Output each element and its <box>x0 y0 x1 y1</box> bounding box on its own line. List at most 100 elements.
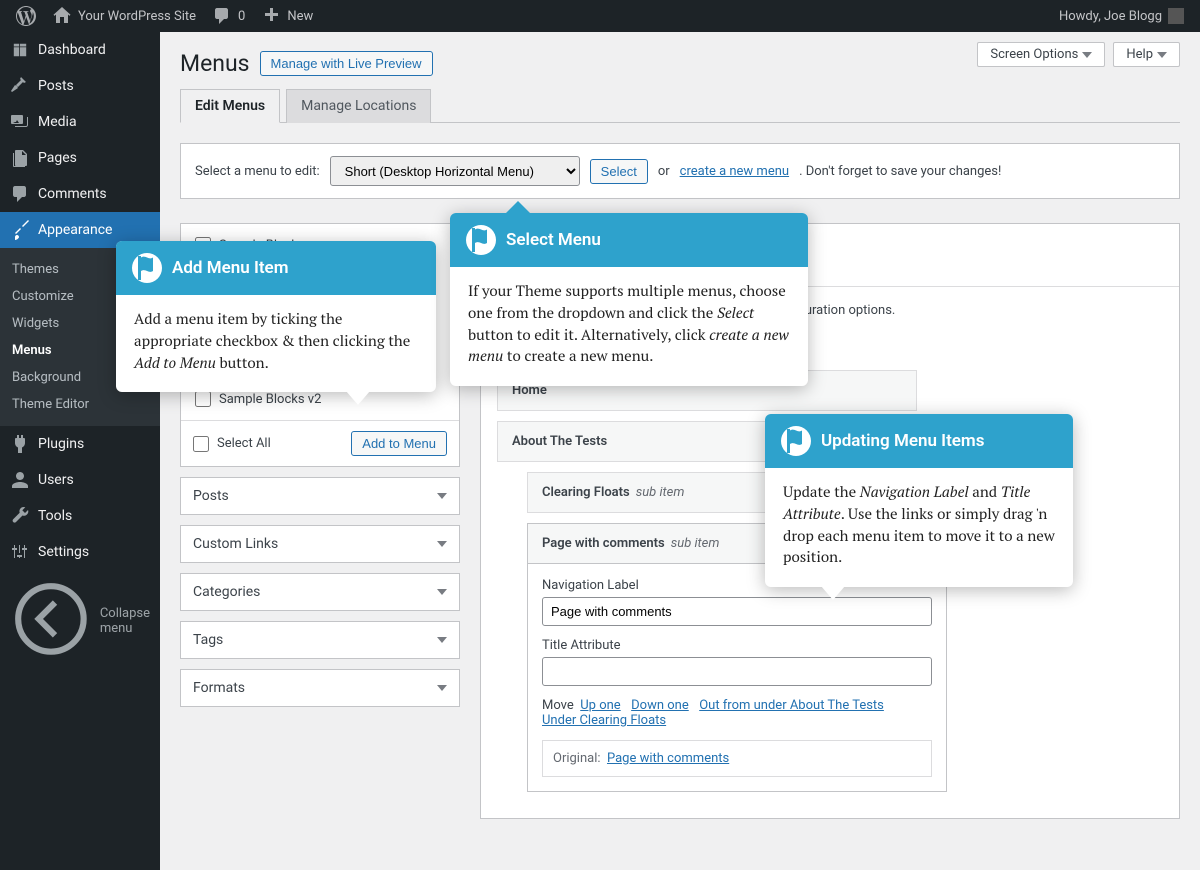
site-link[interactable]: Your WordPress Site <box>44 0 204 32</box>
lbl: Sample Blocks v2 <box>219 392 321 407</box>
formats-meta-box[interactable]: Formats <box>181 670 459 706</box>
lbl: Comments <box>38 186 107 202</box>
lbl: Settings <box>38 544 89 560</box>
lbl: Posts <box>38 78 74 94</box>
site-name: Your WordPress Site <box>78 9 196 24</box>
page-title: Menus <box>180 50 250 77</box>
posts-meta-box[interactable]: Posts <box>181 478 459 514</box>
menu-dropdown[interactable]: Short (Desktop Horizontal Menu) <box>330 156 580 186</box>
title: Add Menu Item <box>172 258 288 278</box>
tour-add-menu-item: Add Menu Item Add a menu item by ticking… <box>116 241 436 392</box>
lbl: Original: <box>553 751 601 766</box>
media-icon <box>10 112 30 132</box>
lbl: Custom Links <box>193 536 278 552</box>
home-icon <box>52 6 72 26</box>
chk-sample-blocks-v2[interactable] <box>195 391 211 407</box>
sidebar-dashboard[interactable]: Dashboard <box>0 32 160 68</box>
move-links: Move Up one Down one Out from under Abou… <box>542 698 932 728</box>
live-preview-button[interactable]: Manage with Live Preview <box>260 51 433 76</box>
sidebar-media[interactable]: Media <box>0 104 160 140</box>
menu-select-row: Select a menu to edit: Short (Desktop Ho… <box>180 143 1180 199</box>
sidebar-posts[interactable]: Posts <box>0 68 160 104</box>
sidebar-plugins[interactable]: Plugins <box>0 426 160 462</box>
wrench-icon <box>10 506 30 526</box>
tabs: Edit Menus Manage Locations <box>180 89 1180 123</box>
subnote: sub item <box>671 536 720 551</box>
avatar <box>1168 8 1184 24</box>
page-icon <box>10 148 30 168</box>
sidebar-settings[interactable]: Settings <box>0 534 160 570</box>
collapse-icon <box>10 578 92 664</box>
flag-icon <box>466 225 496 255</box>
pin-icon <box>10 76 30 96</box>
sliders-icon <box>10 542 30 562</box>
title-attr-input[interactable] <box>542 657 932 686</box>
lbl: Posts <box>193 488 229 504</box>
subnote: sub item <box>636 485 685 500</box>
select-label: Select a menu to edit: <box>195 164 320 179</box>
new-link[interactable]: New <box>253 0 321 32</box>
lbl: Pages <box>38 150 77 166</box>
add-to-menu-button[interactable]: Add to Menu <box>351 431 447 456</box>
lbl: Tools <box>38 508 72 524</box>
nav-label-input[interactable] <box>542 597 932 626</box>
screen-options-button[interactable]: Screen Options <box>977 42 1105 67</box>
tail-text: . Don't forget to save your changes! <box>799 164 1001 179</box>
lbl: Appearance <box>38 222 112 238</box>
chevron-down-icon <box>437 637 447 643</box>
submenu-theme-editor[interactable]: Theme Editor <box>0 391 160 418</box>
help-button[interactable]: Help <box>1113 42 1180 67</box>
admin-bar: Your WordPress Site 0 New Howdy, Joe Blo… <box>0 0 1200 32</box>
sidebar-tools[interactable]: Tools <box>0 498 160 534</box>
select-all-checkbox[interactable] <box>193 436 209 452</box>
plug-icon <box>10 434 30 454</box>
lbl: Formats <box>193 680 245 696</box>
lbl: Page with comments <box>542 536 665 551</box>
wordpress-icon <box>16 6 36 26</box>
tab-edit-menus[interactable]: Edit Menus <box>180 89 280 123</box>
lbl: Plugins <box>38 436 84 452</box>
select-button[interactable]: Select <box>590 159 648 184</box>
or-text: or <box>658 164 670 179</box>
howdy-text: Howdy, Joe Blogg <box>1059 9 1162 24</box>
account-link[interactable]: Howdy, Joe Blogg <box>1051 0 1192 32</box>
lbl: Collapse menu <box>100 606 150 636</box>
lbl: Move <box>542 698 574 713</box>
sidebar-users[interactable]: Users <box>0 462 160 498</box>
brush-icon <box>10 220 30 240</box>
dashboard-icon <box>10 40 30 60</box>
title: Select Menu <box>506 230 601 250</box>
comment-icon <box>10 184 30 204</box>
create-menu-link[interactable]: create a new menu <box>680 164 789 179</box>
plus-icon <box>261 6 281 26</box>
sidebar-comments[interactable]: Comments <box>0 176 160 212</box>
flag-icon <box>781 426 811 456</box>
move-down-link[interactable]: Down one <box>631 698 689 713</box>
lbl: Categories <box>193 584 260 600</box>
original-link[interactable]: Page with comments <box>607 751 729 766</box>
wp-logo[interactable] <box>8 0 44 32</box>
move-under-link[interactable]: Under Clearing Floats <box>542 713 666 728</box>
comments-link[interactable]: 0 <box>204 0 253 32</box>
comment-icon <box>212 6 232 26</box>
lbl: Tags <box>193 632 223 648</box>
custom-links-meta-box[interactable]: Custom Links <box>181 526 459 562</box>
admin-sidebar: Dashboard Posts Media Pages Comments App… <box>0 32 160 870</box>
title: Updating Menu Items <box>821 431 984 451</box>
original-box: Original: Page with comments <box>542 740 932 777</box>
chevron-down-icon <box>1157 52 1167 58</box>
sidebar-pages[interactable]: Pages <box>0 140 160 176</box>
collapse-menu[interactable]: Collapse menu <box>0 570 160 672</box>
lbl: Users <box>38 472 74 488</box>
user-icon <box>10 470 30 490</box>
chevron-down-icon <box>437 493 447 499</box>
flag-icon <box>132 253 162 283</box>
lbl: Screen Options <box>990 47 1078 62</box>
move-out-link[interactable]: Out from under About The Tests <box>699 698 884 713</box>
tags-meta-box[interactable]: Tags <box>181 622 459 658</box>
categories-meta-box[interactable]: Categories <box>181 574 459 610</box>
comment-count: 0 <box>238 9 245 24</box>
tab-manage-locations[interactable]: Manage Locations <box>286 89 431 123</box>
tour-select-menu: Select Menu If your Theme supports multi… <box>450 213 808 386</box>
move-up-link[interactable]: Up one <box>580 698 620 713</box>
